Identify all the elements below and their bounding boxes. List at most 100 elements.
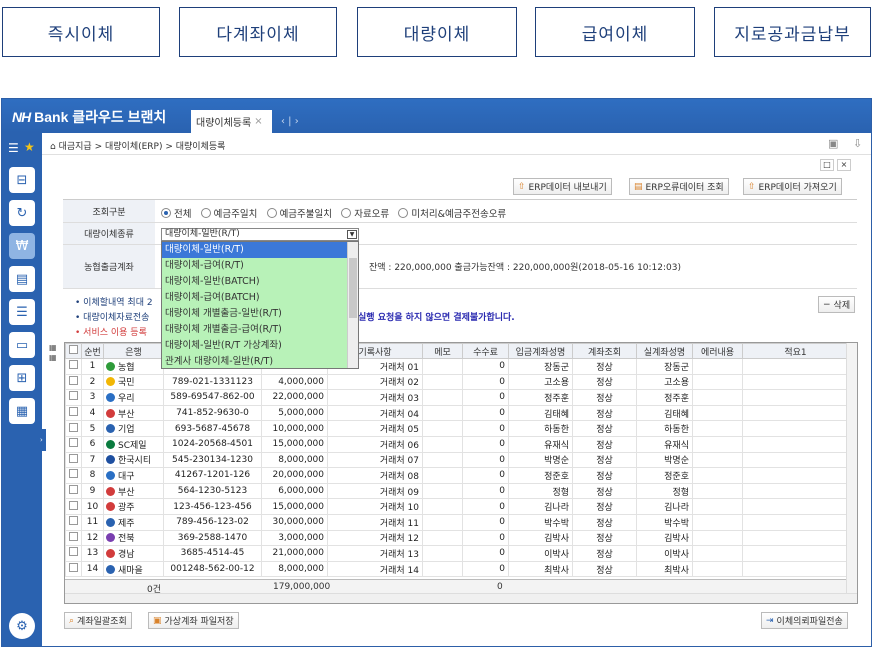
save-virtual-file-button[interactable]: ▣ 가상계좌 파일저장 xyxy=(148,612,239,629)
window-tab-label: 대량이체등록 xyxy=(196,118,252,129)
scroll-thumb[interactable] xyxy=(349,258,357,318)
card-icon[interactable]: ▭ xyxy=(9,332,35,358)
dropdown-option[interactable]: 대량이체 개별출금-급여(R/T) xyxy=(162,322,358,338)
account-bulk-lookup-button[interactable]: ⌕ 계좌일괄조회 xyxy=(64,612,132,629)
window-tab-bulk-register[interactable]: 대량이체등록 × xyxy=(191,110,272,133)
table-row[interactable]: 12 전북 369-2588-1470 3,000,000 거래처 12 0 김박사 정상 김박… xyxy=(65,529,849,547)
tab-multi-account-transfer[interactable]: 다계좌이체 xyxy=(179,7,337,57)
table-row[interactable]: 9 부산 564-1230-5123 6,000,000 거래처 09 0 정형 정상 정형 xyxy=(65,482,849,500)
row-bank: 우리 xyxy=(103,389,164,406)
table-row[interactable]: 4 부산 741-852-9630-0 5,000,000 거래처 04 0 김태혜 정상 김태… xyxy=(65,404,849,422)
add-folder-icon[interactable]: ⊞ xyxy=(9,365,35,391)
select-all-header[interactable] xyxy=(65,343,82,359)
erp-export-button[interactable]: ⇧ ERP데이터 내보내기 xyxy=(513,178,612,195)
delete-button[interactable]: − 삭제 xyxy=(818,296,856,313)
tab-salary-transfer[interactable]: 급여이체 xyxy=(535,7,695,57)
row-checkbox[interactable] xyxy=(69,469,78,479)
close-button[interactable]: × xyxy=(837,159,851,171)
menu-icon[interactable]: ☰ xyxy=(8,141,19,155)
table-row[interactable]: 13 경남 3685-4514-45 21,000,000 거래처 13 0 이박사 정상 이박… xyxy=(65,545,849,562)
chevron-down-icon[interactable]: ▼ xyxy=(347,230,357,239)
sidebar-toggle-icon[interactable]: › xyxy=(40,429,46,451)
send-transfer-file-button[interactable]: ⇥ 이체의뢰파일전송 xyxy=(761,612,848,629)
row-checkbox[interactable] xyxy=(69,563,78,573)
horizontal-scrollbar[interactable] xyxy=(65,593,857,603)
row-error xyxy=(692,467,743,484)
print-icon[interactable]: ▣ xyxy=(828,137,838,150)
inbox-icon[interactable]: ⊟ xyxy=(9,167,35,193)
transfer-type-select[interactable]: 대량이체-일반(R/T) ▼ xyxy=(161,228,359,241)
erp-error-lookup-button[interactable]: ▤ ERP오류데이터 조회 xyxy=(629,178,729,195)
row-checkbox[interactable] xyxy=(69,453,78,463)
app-brand: NH Bank 클라우드 브랜치 xyxy=(12,107,166,127)
tab-instant-transfer[interactable]: 즉시이체 xyxy=(2,7,160,57)
row-note1 xyxy=(742,498,849,515)
row-record: 거래처 10 xyxy=(327,498,423,515)
table-row[interactable]: 5 기업 693-5687-45678 10,000,000 거래처 05 0 하동한 정상 하… xyxy=(65,420,849,437)
table-row[interactable]: 11 제주 789-456-123-02 30,000,000 거래처 11 0 박수박 정상… xyxy=(65,513,849,531)
dropdown-option[interactable]: 관계사 대량이체-일반(R/T) xyxy=(162,354,358,368)
close-icon[interactable]: × xyxy=(254,116,262,127)
dropdown-option[interactable]: 대량이체 개별출금-일반(R/T) xyxy=(162,306,358,322)
tab-bulk-transfer[interactable]: 대량이체 xyxy=(357,7,517,57)
table-row[interactable]: 7 한국시티 545-230134-1230 8,000,000 거래처 07 0 박명순 정… xyxy=(65,451,849,469)
select-all-checkbox[interactable] xyxy=(69,345,78,354)
table-row[interactable]: 14 새마을 001248-562-00-12 8,000,000 거래처 14 0 최박사… xyxy=(65,560,849,578)
dropdown-option[interactable]: 대량이체-일반(R/T) xyxy=(162,242,358,258)
row-checkbox[interactable] xyxy=(69,375,78,385)
radio-owner-match[interactable]: 예금주일치 xyxy=(200,206,257,220)
row-bank: 부산 xyxy=(103,482,164,500)
erp-import-button[interactable]: ⇧ ERP데이터 가져오기 xyxy=(743,178,842,195)
row-checkbox[interactable] xyxy=(69,407,78,417)
transfer-icon[interactable]: ↻ xyxy=(9,200,35,226)
radio-unprocessed[interactable]: 미처리&예금주전송오류 xyxy=(398,206,506,220)
row-memo xyxy=(422,358,463,375)
table-row[interactable]: 8 대구 41267-1201-126 20,000,000 거래처 08 0 정준호 정상 정… xyxy=(65,467,849,484)
row-checkbox[interactable] xyxy=(69,531,78,541)
dropdown-option[interactable]: 대량이체-일반(R/T 가상계좌) xyxy=(162,338,358,354)
tab-giro-payment[interactable]: 지로공과금납부 xyxy=(714,7,871,57)
row-check: 정상 xyxy=(572,498,637,515)
table-row[interactable]: 6 SC제일 1024-20568-4501 15,000,000 거래처 06 0 유재식… xyxy=(65,435,849,453)
radio-data-error[interactable]: 자료오류 xyxy=(341,206,389,220)
restore-button[interactable]: □ xyxy=(820,159,834,171)
row-error xyxy=(692,545,743,562)
table-row[interactable]: 2 국민 789-021-1331123 4,000,000 거래처 02 0 고소용 정상 고… xyxy=(65,373,849,391)
dropdown-scrollbar[interactable] xyxy=(347,242,358,368)
book-icon[interactable]: ▦ xyxy=(9,398,35,424)
row-select xyxy=(65,404,82,422)
settings-icon[interactable]: ⚙ xyxy=(9,613,35,639)
row-record: 거래처 08 xyxy=(327,467,423,484)
home-icon[interactable]: ⌂ xyxy=(50,142,56,152)
clipboard-icon[interactable]: ☰ xyxy=(9,299,35,325)
row-checkbox[interactable] xyxy=(69,422,78,432)
send-label: 이체의뢰파일전송 xyxy=(776,617,843,627)
vertical-scrollbar[interactable] xyxy=(846,343,857,593)
row-tool-icons[interactable]: ▦ ▦ xyxy=(49,343,61,363)
radio-circle xyxy=(161,208,171,218)
radio-all[interactable]: 전체 xyxy=(161,206,191,220)
row-checkbox[interactable] xyxy=(69,360,78,370)
table-row[interactable]: 10 광주 123-456-123-456 15,000,000 거래처 10 0 김나라 정… xyxy=(65,498,849,515)
transfer-type-dropdown[interactable]: 대량이체-일반(R/T) 대량이체-급여(R/T) 대량이체-일반(BATCH)… xyxy=(161,241,359,369)
row-select xyxy=(65,513,82,531)
download-icon[interactable]: ⇩ xyxy=(853,137,862,150)
tab-nav-arrows[interactable]: ‹ | › xyxy=(281,116,299,127)
row-checkbox[interactable] xyxy=(69,391,78,401)
radio-label: 미처리&예금주전송오류 xyxy=(411,209,507,220)
star-icon[interactable]: ★ xyxy=(24,140,35,154)
won-icon[interactable]: ₩ xyxy=(9,233,35,259)
row-checkbox[interactable] xyxy=(69,500,78,510)
dropdown-option[interactable]: 대량이체-일반(BATCH) xyxy=(162,274,358,290)
row-checkbox[interactable] xyxy=(69,547,78,557)
row-note1 xyxy=(742,545,849,562)
dropdown-option[interactable]: 대량이체-급여(R/T) xyxy=(162,258,358,274)
row-checkbox[interactable] xyxy=(69,485,78,495)
row-checkbox[interactable] xyxy=(69,516,78,526)
table-row[interactable]: 3 우리 589-69547-862-00 22,000,000 거래처 03 0 정주훈 정… xyxy=(65,389,849,406)
ledger-icon[interactable]: ▤ xyxy=(9,266,35,292)
row-checkbox[interactable] xyxy=(69,438,78,448)
dropdown-option[interactable]: 대량이체-급여(BATCH) xyxy=(162,290,358,306)
radio-owner-mismatch[interactable]: 예금주불일치 xyxy=(266,206,332,220)
row-record: 거래처 13 xyxy=(327,545,423,562)
